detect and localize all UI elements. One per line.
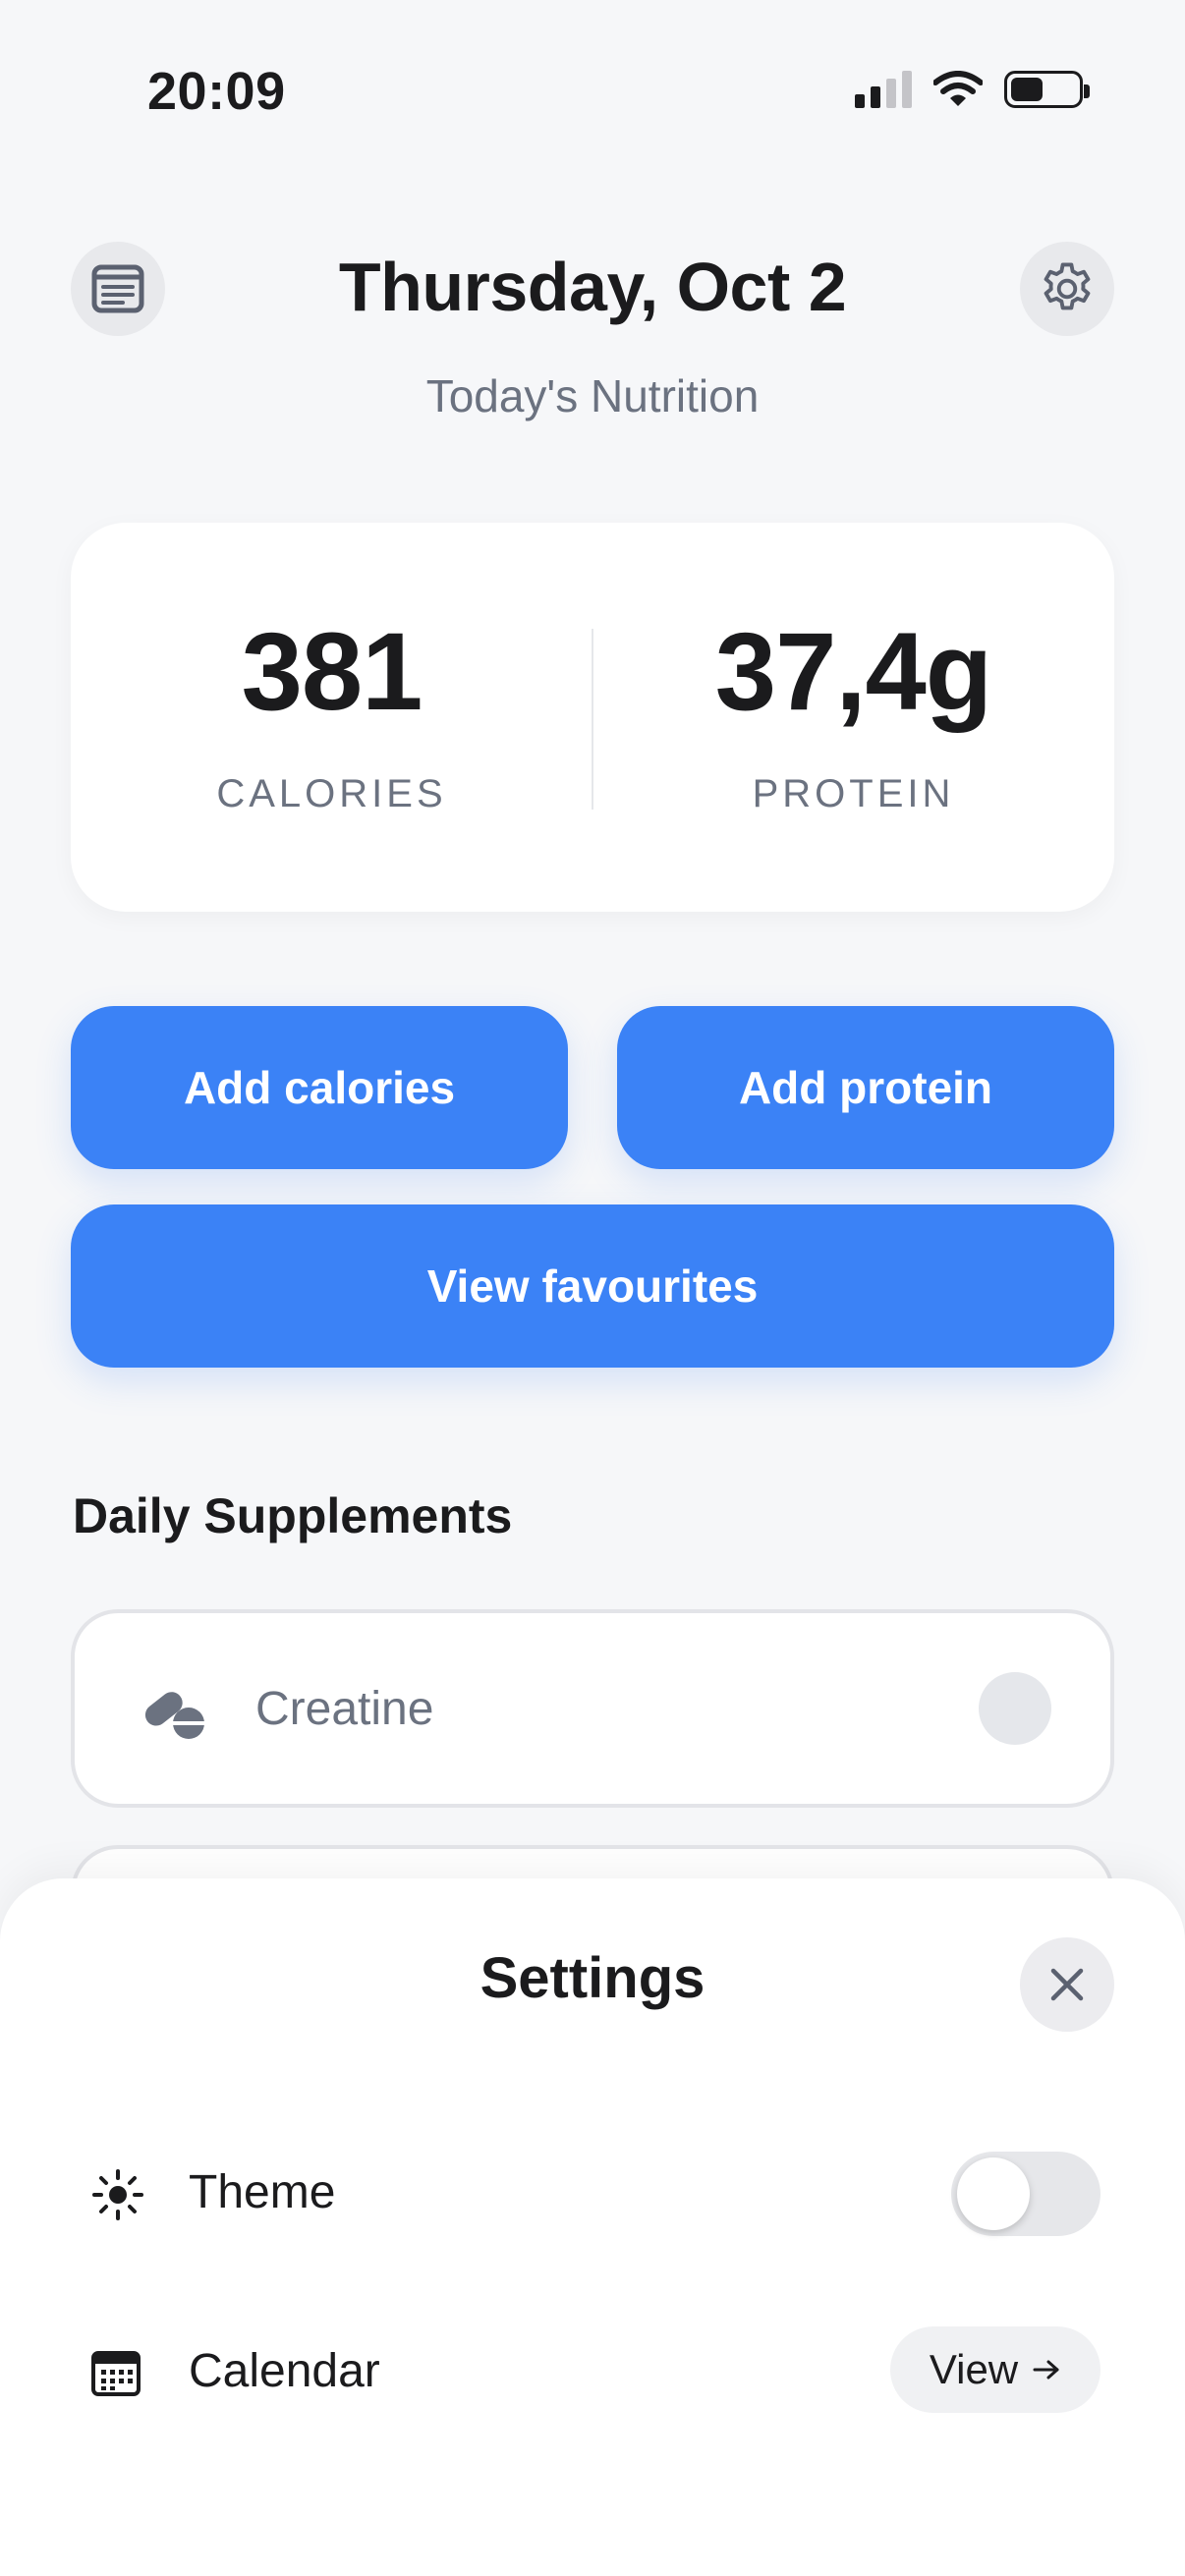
status-time: 20:09	[147, 62, 286, 121]
close-icon	[1050, 1968, 1084, 2001]
sun-icon	[92, 2169, 143, 2220]
status-icons	[855, 71, 1090, 108]
supplement-checkbox[interactable]	[979, 1672, 1051, 1745]
calories-label: CALORIES	[216, 772, 447, 815]
settings-title: Settings	[480, 1946, 705, 2010]
theme-toggle[interactable]	[951, 2152, 1100, 2236]
gear-icon	[1044, 262, 1091, 310]
calories-value: 381	[241, 610, 423, 733]
setting-row-calendar: Calendar View	[0, 2311, 1185, 2429]
settings-button[interactable]	[1020, 242, 1114, 336]
setting-row-theme: Theme	[0, 2132, 1185, 2250]
calendar-icon	[91, 2351, 141, 2396]
setting-label-theme: Theme	[189, 2166, 336, 2218]
supplement-item[interactable]: Creatine	[71, 1609, 1114, 1808]
protein-stat: 37,4g PROTEIN	[592, 617, 1114, 816]
signal-icon	[855, 71, 912, 108]
pills-icon	[144, 1692, 204, 1739]
view-favourites-button[interactable]: View favourites	[71, 1204, 1114, 1368]
protein-label: PROTEIN	[752, 772, 955, 815]
nutrition-summary-card: 381 CALORIES 37,4g PROTEIN	[71, 523, 1114, 912]
supplement-name: Creatine	[255, 1683, 434, 1735]
calories-stat: 381 CALORIES	[71, 617, 592, 816]
toggle-knob	[957, 2157, 1030, 2230]
protein-value: 37,4g	[714, 610, 992, 733]
calendar-view-label: View	[929, 2346, 1019, 2392]
wifi-icon	[933, 71, 983, 106]
section-title-supplements: Daily Supplements	[73, 1488, 513, 1543]
page-title: Thursday, Oct 2	[338, 249, 847, 325]
page-subtitle: Today's Nutrition	[425, 370, 760, 421]
close-button[interactable]	[1020, 1937, 1114, 2032]
calendar-view-button[interactable]: View	[890, 2326, 1100, 2413]
settings-sheet: Settings Theme Calendar View	[0, 1878, 1185, 2576]
add-calories-button[interactable]: Add calories	[71, 1006, 568, 1169]
battery-icon	[1004, 71, 1090, 108]
arrow-right-icon	[1033, 2360, 1059, 2380]
add-protein-button[interactable]: Add protein	[617, 1006, 1114, 1169]
app-screen: 20:09 Thursday, Oct 2 Today's Nutrition	[0, 0, 1185, 2576]
setting-label-calendar: Calendar	[189, 2345, 380, 2397]
